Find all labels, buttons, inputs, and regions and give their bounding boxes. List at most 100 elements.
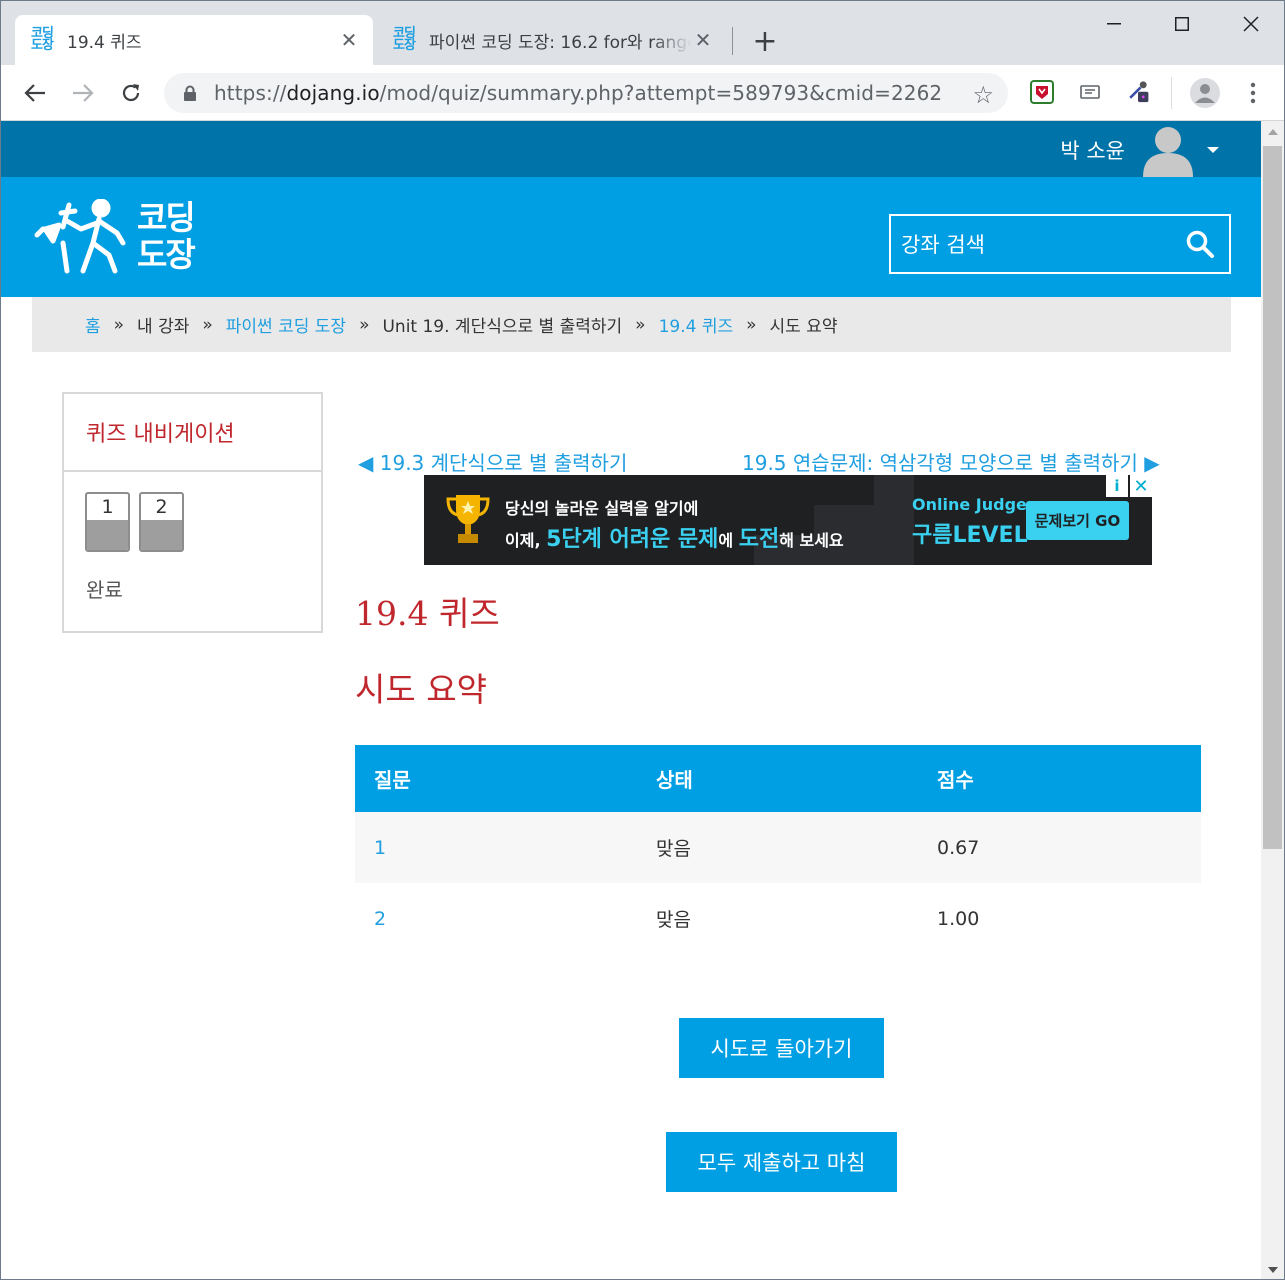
tab-strip: 코딩 도장 19.4 퀴즈 ✕ 코딩 도장 파이썬 코딩 도장: 16.2 for와… <box>1 1 1284 65</box>
status-cell: 맞음 <box>656 909 691 931</box>
logo-text: 코딩 도장 <box>137 198 196 274</box>
minimize-icon <box>1107 23 1121 25</box>
ad-line1: 당신의 놀라운 실력을 알기에 <box>505 499 699 518</box>
extension-eyedropper-icon[interactable] <box>1125 77 1151 103</box>
lock-icon <box>184 85 196 101</box>
scroll-down-icon[interactable] <box>1268 1267 1278 1273</box>
breadcrumb-unit: Unit 19. 계단식으로 별 출력하기 <box>382 317 623 337</box>
ad-close-icon[interactable]: ✕ <box>1130 475 1152 497</box>
table-row: 2 맞음 1.00 <box>355 883 1201 954</box>
close-window-button[interactable] <box>1228 9 1274 39</box>
column-header-question: 질문 <box>374 768 411 792</box>
ad-brand-bottom: 구름LEVEL <box>912 523 1028 548</box>
page-viewport: 박 소윤 코딩 도장 강좌 검색 홈 » 내 강좌 » 파이썬 코딩 도장 » … <box>1 121 1261 1279</box>
url-text: https://dojang.io/mod/quiz/summary.php?a… <box>214 81 943 105</box>
logo-figure-icon <box>34 198 126 274</box>
back-button[interactable] <box>19 77 51 109</box>
score-cell: 1.00 <box>937 907 980 930</box>
prev-activity-link[interactable]: ◀ 19.3 계단식으로 별 출력하기 <box>358 447 627 476</box>
browser-toolbar: https://dojang.io/mod/quiz/summary.php?a… <box>1 65 1284 121</box>
address-bar[interactable]: https://dojang.io/mod/quiz/summary.php?a… <box>164 73 1008 113</box>
site-favicon-icon: 코딩 도장 <box>31 26 54 53</box>
column-header-status: 상태 <box>656 768 693 792</box>
breadcrumb-separator: » <box>635 314 646 335</box>
user-avatar-icon[interactable] <box>1141 123 1195 177</box>
question-number: 1 <box>101 496 114 518</box>
quiz-nav-question-1[interactable]: 1 <box>85 492 130 552</box>
ad-brand-top: Online Judge <box>912 495 1027 514</box>
answered-fill <box>87 520 128 550</box>
course-search-box[interactable]: 강좌 검색 <box>889 214 1231 274</box>
bookmark-star-icon[interactable]: ☆ <box>972 81 994 109</box>
close-icon <box>1243 16 1259 32</box>
attempt-summary-table: 질문 상태 점수 1 맞음 0.67 2 맞음 1.00 <box>355 745 1201 954</box>
tab-close-icon[interactable]: ✕ <box>337 28 361 52</box>
next-activity-link[interactable]: 19.5 연습문제: 역삼각형 모양으로 별 출력하기 ▶ <box>742 447 1160 476</box>
site-logo[interactable]: 코딩 도장 <box>31 198 216 275</box>
reload-button[interactable] <box>115 77 147 109</box>
finish-attempt-link[interactable]: 완료 <box>86 574 123 603</box>
search-input[interactable]: 강좌 검색 <box>901 229 1185 259</box>
new-tab-button[interactable]: + <box>749 24 781 59</box>
page-scrollbar[interactable] <box>1261 121 1284 1279</box>
scroll-up-icon[interactable] <box>1268 129 1278 135</box>
maximize-button[interactable] <box>1159 9 1205 39</box>
tab-separator <box>732 27 733 55</box>
breadcrumb-separator: » <box>202 314 213 335</box>
tab-inactive[interactable]: 코딩 도장 파이썬 코딩 도장: 16.2 for와 range ✕ <box>377 15 727 65</box>
ad-info-icon[interactable]: i <box>1106 475 1128 497</box>
table-header-row: 질문 상태 점수 <box>355 745 1201 812</box>
extension-shield-icon[interactable] <box>1029 79 1055 105</box>
back-arrow-icon <box>24 84 45 102</box>
ad-cta-button[interactable]: 문제보기 GO <box>1026 501 1129 540</box>
question-number: 2 <box>155 496 168 518</box>
scrollbar-thumb[interactable] <box>1263 146 1282 849</box>
breadcrumb-separator: » <box>746 314 757 335</box>
search-icon[interactable] <box>1185 229 1215 259</box>
return-to-attempt-button[interactable]: 시도로 돌아가기 <box>679 1018 884 1078</box>
site-favicon-icon: 코딩 도장 <box>393 26 416 53</box>
breadcrumb-separator: » <box>359 314 370 335</box>
maximize-icon <box>1175 17 1189 31</box>
breadcrumb-quiz[interactable]: 19.4 퀴즈 <box>659 312 734 337</box>
breadcrumb-separator: » <box>113 314 125 335</box>
minimize-button[interactable] <box>1091 9 1137 39</box>
extension-reader-icon[interactable] <box>1077 79 1103 105</box>
quiz-navigation-block: 퀴즈 내비게이션 1 2 완료 <box>62 392 323 633</box>
status-cell: 맞음 <box>656 838 691 860</box>
breadcrumb-course[interactable]: 파이썬 코딩 도장 <box>226 312 346 337</box>
forward-button[interactable] <box>67 77 99 109</box>
toolbar-divider <box>1171 77 1172 109</box>
browser-window: 코딩 도장 19.4 퀴즈 ✕ 코딩 도장 파이썬 코딩 도장: 16.2 for와… <box>0 0 1285 1280</box>
question-link[interactable]: 1 <box>374 837 386 859</box>
user-menu-caret-icon[interactable] <box>1207 147 1219 153</box>
trophy-icon <box>446 495 490 543</box>
chrome-menu-button[interactable] <box>1237 77 1269 109</box>
quiz-navigation-title: 퀴즈 내비게이션 <box>64 394 321 472</box>
quiz-title: 19.4 퀴즈 <box>355 594 500 633</box>
summary-title: 시도 요약 <box>355 670 487 709</box>
answered-fill <box>141 520 182 550</box>
tab-active[interactable]: 코딩 도장 19.4 퀴즈 ✕ <box>15 15 373 65</box>
reload-icon <box>122 84 140 102</box>
question-link[interactable]: 2 <box>374 908 386 930</box>
tab-title: 파이썬 코딩 도장: 16.2 for와 range <box>429 32 691 53</box>
user-name[interactable]: 박 소윤 <box>1060 135 1125 165</box>
breadcrumb: 홈 » 내 강좌 » 파이썬 코딩 도장 » Unit 19. 계단식으로 별 … <box>32 297 1231 352</box>
ad-line2: 이제, 5단계 어려운 문제에 도전해 보세요 <box>505 527 844 552</box>
tab-title: 19.4 퀴즈 <box>67 32 142 53</box>
site-header: 코딩 도장 강좌 검색 <box>1 177 1261 297</box>
submit-all-and-finish-button[interactable]: 모두 제출하고 마침 <box>666 1132 897 1192</box>
tab-close-icon[interactable]: ✕ <box>691 28 715 52</box>
breadcrumb-my-courses: 내 강좌 <box>137 317 190 337</box>
breadcrumb-home[interactable]: 홈 <box>85 312 101 337</box>
profile-avatar-icon[interactable] <box>1189 77 1221 109</box>
advertisement-banner[interactable]: 당신의 놀라운 실력을 알기에 이제, 5단계 어려운 문제에 도전해 보세요 … <box>424 475 1152 565</box>
column-header-score: 점수 <box>937 768 974 792</box>
breadcrumb-current: 시도 요약 <box>769 317 838 337</box>
kebab-menu-icon <box>1250 82 1256 104</box>
user-bar: 박 소윤 <box>1 121 1261 177</box>
forward-arrow-icon <box>73 84 94 102</box>
quiz-nav-question-2[interactable]: 2 <box>139 492 184 552</box>
ad-decoration <box>874 475 914 565</box>
